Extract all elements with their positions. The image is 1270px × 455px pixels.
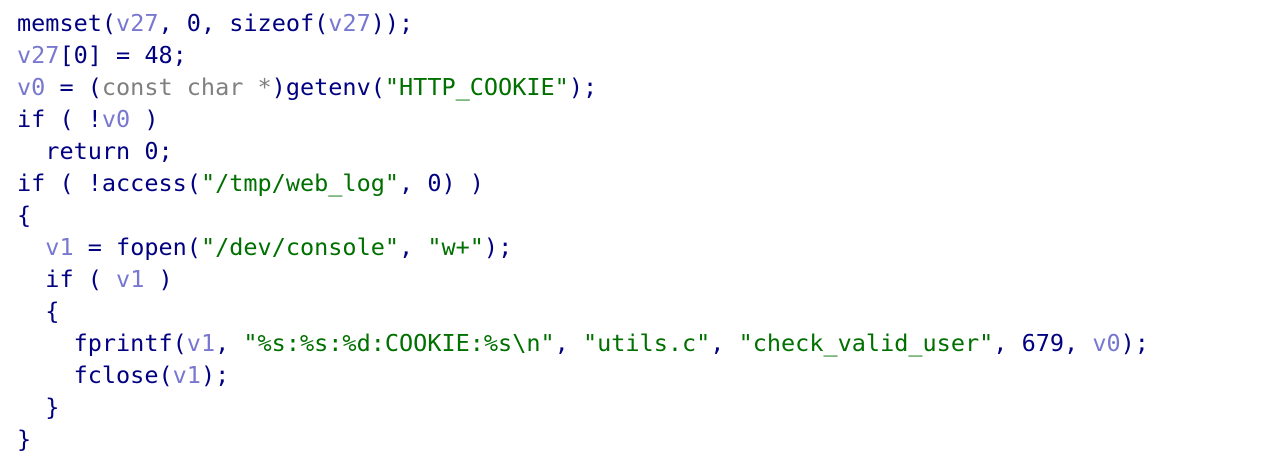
number-token[interactable]: 0 [187,9,201,37]
keyword-token[interactable]: if [17,105,45,133]
code-line[interactable]: v1 = fopen("/dev/console", "w+"); [17,231,1262,263]
punctuation-token[interactable]: , [993,329,1021,357]
code-line[interactable]: if ( !access("/tmp/web_log", 0) ) [17,167,1262,199]
punctuation-token[interactable]: ( [314,9,328,37]
string-token[interactable]: "/dev/console" [201,233,399,261]
punctuation-token[interactable]: ); [201,361,229,389]
string-token[interactable]: "utils.c" [583,329,710,357]
variable-token[interactable]: v27 [116,9,158,37]
indent-token[interactable] [17,329,74,357]
type-token[interactable]: const char * [102,73,272,101]
punctuation-token[interactable]: ( [158,361,172,389]
code-line[interactable]: return 0; [17,135,1262,167]
indent-token[interactable] [17,393,45,421]
punctuation-token[interactable] [130,137,144,165]
function-token[interactable]: fclose [74,361,159,389]
punctuation-token[interactable]: ) [144,265,172,293]
punctuation-token[interactable]: , [215,329,243,357]
punctuation-token[interactable]: ( ! [45,169,101,197]
punctuation-token[interactable]: ); [569,73,597,101]
pseudocode-view[interactable]: memset(v27, 0, sizeof(v27)); v27[0] = 48;… [17,7,1262,455]
string-token[interactable]: "w+" [427,233,484,261]
punctuation-token[interactable]: ( [371,73,385,101]
code-line[interactable]: { [17,295,1262,327]
string-token[interactable]: "%s:%s:%d:COOKIE:%s\n" [243,329,554,357]
punctuation-token[interactable]: , [399,233,427,261]
indent-token[interactable] [17,265,45,293]
code-line[interactable]: } [17,423,1262,455]
string-token[interactable]: "/tmp/web_log" [201,169,399,197]
punctuation-token[interactable]: } [17,425,31,453]
code-line[interactable]: if ( v1 ) [17,263,1262,295]
variable-token[interactable]: v1 [45,233,73,261]
indent-token[interactable] [17,137,45,165]
punctuation-token[interactable]: = [74,233,116,261]
number-token[interactable]: 48 [144,41,172,69]
punctuation-token[interactable]: } [45,393,59,421]
punctuation-token[interactable]: { [17,201,31,229]
punctuation-token[interactable]: )); [371,9,413,37]
indent-token[interactable] [17,297,45,325]
punctuation-token[interactable]: ); [484,233,512,261]
function-token[interactable]: fprintf [74,329,173,357]
punctuation-token[interactable]: ( [173,329,187,357]
punctuation-token[interactable]: ) [272,73,286,101]
punctuation-token[interactable]: , [555,329,583,357]
punctuation-token[interactable]: ( [74,265,116,293]
punctuation-token[interactable]: , [399,169,427,197]
punctuation-token[interactable]: { [45,297,59,325]
code-line[interactable]: fprintf(v1, "%s:%s:%d:COOKIE:%s\n", "uti… [17,327,1262,359]
keyword-token[interactable]: return [45,137,130,165]
variable-token[interactable]: v0 [17,73,45,101]
punctuation-token[interactable]: ; [173,41,187,69]
function-token[interactable]: memset [17,9,102,37]
number-token[interactable]: 0 [74,41,88,69]
code-line[interactable]: } [17,391,1262,423]
number-token[interactable]: 679 [1022,329,1064,357]
variable-token[interactable]: v27 [17,41,59,69]
punctuation-token[interactable]: ) [130,105,158,133]
string-token[interactable]: "check_valid_user" [739,329,994,357]
punctuation-token[interactable]: , [201,9,229,37]
code-line[interactable]: v0 = (const char *)getenv("HTTP_COOKIE")… [17,71,1262,103]
keyword-token[interactable]: if [45,265,73,293]
punctuation-token[interactable]: , [159,9,187,37]
function-token[interactable]: access [102,169,187,197]
code-line[interactable]: fclose(v1); [17,359,1262,391]
variable-token[interactable]: v0 [1092,329,1120,357]
code-line[interactable]: { [17,199,1262,231]
code-line[interactable]: memset(v27, 0, sizeof(v27)); [17,7,1262,39]
punctuation-token[interactable]: [ [59,41,73,69]
variable-token[interactable]: v1 [116,265,144,293]
punctuation-token[interactable]: ( [187,169,201,197]
punctuation-token[interactable]: ( [102,9,116,37]
keyword-token[interactable]: if [17,169,45,197]
code-line[interactable]: if ( !v0 ) [17,103,1262,135]
variable-token[interactable]: v1 [173,361,201,389]
punctuation-token[interactable]: ); [1121,329,1149,357]
indent-token[interactable] [17,233,45,261]
punctuation-token[interactable]: , [710,329,738,357]
keyword-token[interactable]: sizeof [229,9,314,37]
punctuation-token[interactable]: , [1064,329,1092,357]
punctuation-token[interactable]: ] = [88,41,145,69]
variable-token[interactable]: v27 [328,9,370,37]
variable-token[interactable]: v1 [187,329,215,357]
indent-token[interactable] [17,361,74,389]
punctuation-token[interactable]: ( [187,233,201,261]
number-token[interactable]: 0 [427,169,441,197]
punctuation-token[interactable]: = ( [45,73,101,101]
code-line[interactable]: v27[0] = 48; [17,39,1262,71]
number-token[interactable]: 0 [144,137,158,165]
punctuation-token[interactable]: ( ! [45,105,101,133]
variable-token[interactable]: v0 [102,105,130,133]
punctuation-token[interactable]: ) ) [441,169,483,197]
function-token[interactable]: fopen [116,233,187,261]
string-token[interactable]: "HTTP_COOKIE" [385,73,569,101]
function-token[interactable]: getenv [286,73,371,101]
punctuation-token[interactable]: ; [159,137,173,165]
